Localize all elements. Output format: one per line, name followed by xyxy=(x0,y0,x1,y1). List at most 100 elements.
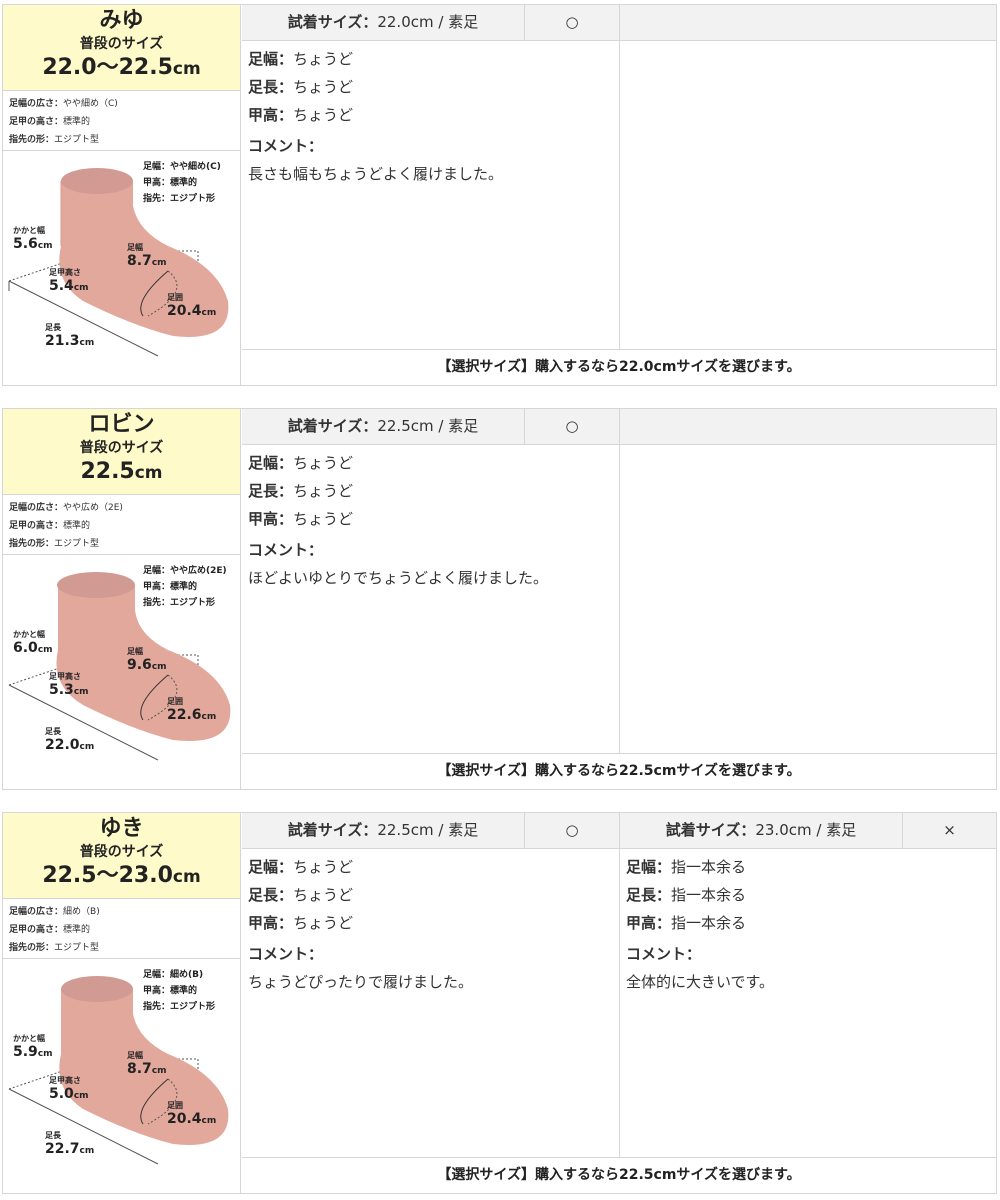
fit-value: ちょうど xyxy=(293,482,354,500)
measure-value: 6.0 xyxy=(13,640,38,656)
trial-size: 試着サイズ：22.5cm / 素足 xyxy=(242,409,525,444)
trial-column-empty xyxy=(620,5,996,349)
attr-value: 標準的 xyxy=(63,925,91,935)
fit-value: ちょうど xyxy=(293,50,354,68)
diagram-note: 指先：エジプト形 xyxy=(143,598,216,608)
measure-label: かかと幅 xyxy=(13,1034,45,1043)
attr-key: 足甲の高さ： xyxy=(9,117,64,127)
fit-value: ちょうど xyxy=(293,914,354,932)
reviewer-name: ゆき xyxy=(99,816,144,841)
measure-unit: cm xyxy=(201,712,217,722)
trial-header-empty xyxy=(620,409,996,445)
fit-key: 甲高： xyxy=(626,914,672,932)
trial-header: 試着サイズ：23.0cm / 素足 × xyxy=(620,813,996,849)
foot-attr-toe: 指先の形：エジプト型 xyxy=(9,131,234,149)
fit-row-width: 足幅：指一本余る xyxy=(626,853,990,881)
measure-girth: 足囲 22.6cm xyxy=(167,697,216,725)
diagram-notes: 足幅：やや広め(2E) 甲高：標準的 指先：エジプト形 xyxy=(143,563,227,611)
trial-size: 試着サイズ：22.5cm / 素足 xyxy=(242,813,525,848)
attr-key: 足甲の高さ： xyxy=(9,925,64,935)
measure-value: 8.7 xyxy=(127,1061,152,1077)
measure-value: 22.7 xyxy=(45,1141,80,1157)
foot-attr-width: 足幅の広さ：やや細め（C) xyxy=(9,95,234,113)
fit-mark: ○ xyxy=(565,13,579,31)
comment-label: コメント： xyxy=(248,137,324,155)
foot-diagram: 足幅：やや広め(2E) 甲高：標準的 指先：エジプト形 かかと幅 6.0 cm 足幅… xyxy=(3,555,240,787)
reviewer-profile: ロビン 普段のサイズ 22.5cm 足幅の広さ：やや広め（2E) 足甲の高さ：標… xyxy=(3,409,241,789)
reviewer-profile: ゆき 普段のサイズ 22.5〜23.0cm 足幅の広さ：細め（B) 足甲の高さ：… xyxy=(3,813,241,1193)
fit-value: ちょうど xyxy=(293,858,354,876)
fit-key: 足長： xyxy=(626,886,672,904)
measure-label: かかと幅 xyxy=(13,226,45,235)
attr-key: 足幅の広さ： xyxy=(9,907,64,917)
reviewer-block-2: ロビン 普段のサイズ 22.5cm 足幅の広さ：やや広め（2E) 足甲の高さ：標… xyxy=(2,408,997,790)
attr-value: 標準的 xyxy=(63,117,91,127)
fit-row-instep: 甲高：指一本余る xyxy=(626,909,990,937)
fit-row-width: 足幅：ちょうど xyxy=(248,449,613,477)
trial-header: 試着サイズ：22.5cm / 素足 ○ xyxy=(242,409,619,445)
comment-label: コメント： xyxy=(248,945,324,963)
measure-instep-height: 足甲高さ 5.0cm xyxy=(49,1076,89,1104)
usual-size-label: 普段のサイズ xyxy=(79,36,164,52)
trial-size-key: 試着サイズ： xyxy=(287,417,378,435)
foot-attr-width: 足幅の広さ：やや広め（2E) xyxy=(9,499,234,517)
attr-value: エジプト型 xyxy=(54,135,100,145)
trial-size-key: 試着サイズ： xyxy=(665,821,756,839)
usual-size-unit: cm xyxy=(172,59,201,79)
comment-text: 全体的に大きいです。 xyxy=(626,973,775,991)
comment-label: コメント： xyxy=(626,945,702,963)
attr-key: 足甲の高さ： xyxy=(9,521,64,531)
foot-attr-instep: 足甲の高さ：標準的 xyxy=(9,113,234,131)
fit-key: 足長： xyxy=(248,78,294,96)
measure-value: 8.7 xyxy=(127,253,152,269)
trial-column: 試着サイズ：22.0cm / 素足 ○ 足幅：ちょうど 足長：ちょうど 甲高：ち… xyxy=(242,5,620,349)
usual-size-unit: cm xyxy=(134,463,163,483)
measure-girth: 足囲 20.4cm xyxy=(167,1101,216,1129)
foot-attr-instep: 足甲の高さ：標準的 xyxy=(9,921,234,939)
fit-value: 指一本余る xyxy=(671,858,747,876)
foot-attr-width: 足幅の広さ：細め（B) xyxy=(9,903,234,921)
measure-length: 足長 22.0cm xyxy=(45,727,94,755)
measure-value: 20.4 xyxy=(167,1111,202,1127)
profile-header: ゆき 普段のサイズ 22.5〜23.0cm xyxy=(3,813,240,899)
attr-value: やや細め（C) xyxy=(63,99,118,109)
diagram-note: 足幅：やや広め(2E) xyxy=(143,566,227,576)
fit-row-length: 足長：ちょうど xyxy=(248,73,613,101)
attr-value: エジプト型 xyxy=(54,943,100,953)
trial-size-value: 22.5cm / 素足 xyxy=(377,417,479,435)
fit-value: ちょうど xyxy=(293,510,354,528)
fit-row-length: 足長：ちょうど xyxy=(248,477,613,505)
measure-label: 足幅 xyxy=(127,1051,143,1060)
reviewer-name: みゆ xyxy=(99,8,144,33)
attr-value: 標準的 xyxy=(63,521,91,531)
comment-text: ちょうどぴったりで履けました。 xyxy=(248,973,474,991)
fit-key: 足長： xyxy=(248,482,294,500)
measure-unit: cm xyxy=(37,241,53,251)
profile-header: ロビン 普段のサイズ 22.5cm xyxy=(3,409,240,495)
fit-mark: × xyxy=(943,821,956,839)
trial-column: 試着サイズ：23.0cm / 素足 × 足幅：指一本余る 足長：指一本余る 甲高… xyxy=(620,813,996,1157)
trial-header-empty xyxy=(620,5,996,41)
trial-body: 足幅：ちょうど 足長：ちょうど 甲高：ちょうど コメント： 長さも幅もちょうどよ… xyxy=(242,41,619,187)
measure-value: 9.6 xyxy=(127,657,152,673)
diagram-note: 足幅：やや細め(C) xyxy=(143,162,221,172)
measure-label: 足幅 xyxy=(127,243,143,252)
measure-value: 22.0 xyxy=(45,737,80,753)
fit-value: ちょうど xyxy=(293,454,354,472)
trial-size: 試着サイズ：23.0cm / 素足 xyxy=(620,813,903,848)
selection-summary: 【選択サイズ】購入するなら22.5cmサイズを選びます。 xyxy=(242,753,996,789)
measure-unit: cm xyxy=(37,1049,53,1059)
fit-row-length: 足長：指一本余る xyxy=(626,881,990,909)
usual-size-value: 22.5 xyxy=(80,459,135,484)
measure-foot-width: 足幅 9.6cm xyxy=(127,647,167,675)
measure-unit: cm xyxy=(201,308,217,318)
trial-size-value: 22.5cm / 素足 xyxy=(377,821,479,839)
diagram-note: 指先：エジプト形 xyxy=(143,194,216,204)
measure-label: 足長 xyxy=(45,1131,61,1140)
trial-size-value: 22.0cm / 素足 xyxy=(377,13,479,31)
fit-row-width: 足幅：ちょうど xyxy=(248,853,613,881)
measure-label: かかと幅 xyxy=(13,630,45,639)
trial-body: 足幅：ちょうど 足長：ちょうど 甲高：ちょうど コメント： ほどよいゆとりでちょ… xyxy=(242,445,619,591)
trial-size-value: 23.0cm / 素足 xyxy=(755,821,857,839)
reviewer-block-1: みゆ 普段のサイズ 22.0〜22.5cm 足幅の広さ：やや細め（C) 足甲の高… xyxy=(2,4,997,386)
